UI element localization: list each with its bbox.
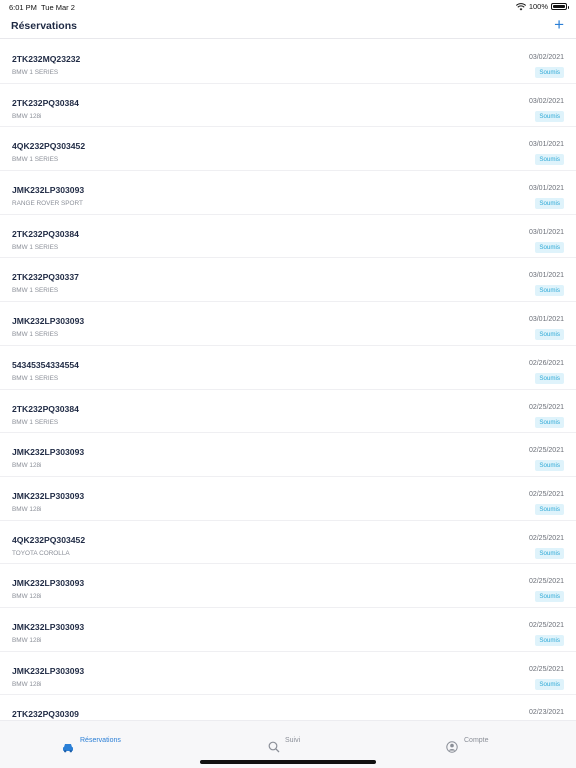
reservation-code: JMK232LP303093 — [12, 578, 85, 589]
reservation-code: 2TK232PQ30337 — [12, 272, 79, 283]
vehicle-model: TOYOTA COROLLA — [12, 549, 70, 557]
status-badge: Soumis — [535, 285, 564, 297]
reservation-row[interactable]: 4QK232PQ303452 BMW 1 SERIES 03/01/2021 Soum… — [0, 127, 576, 172]
reservation-row[interactable]: 2TK232PQ30337 BMW 1 SERIES 03/01/2021 Soumi… — [0, 258, 576, 303]
tab-reservations-label: Réservations — [80, 737, 121, 744]
status-badge: Soumis — [535, 678, 564, 690]
reservation-code: JMK232LP303093 — [12, 665, 85, 676]
navigation-bar: Réservations + — [0, 14, 576, 39]
vehicle-model: BMW 128i — [12, 593, 42, 601]
reservation-date: 03/01/2021 — [528, 141, 564, 149]
reservation-code: 2TK232PQ30384 — [12, 97, 79, 108]
status-badge: Soumis — [535, 503, 564, 515]
vehicle-model: BMW 1 SERIES — [12, 243, 59, 251]
reservation-row[interactable]: 2TK232MQ23232 BMW 1 SERIES 03/02/2021 Soumi… — [0, 40, 576, 84]
reservation-row[interactable]: JMK232LP303093 BMW 128i 02/25/2021 Soumis — [0, 652, 576, 696]
tab-compte[interactable]: Compte — [384, 721, 576, 768]
reservation-row[interactable]: 2TK232PQ30309 02/23/2021 — [0, 695, 576, 720]
status-right: 100% — [515, 2, 569, 11]
vehicle-model: BMW 1 SERIES — [12, 69, 59, 76]
reservation-row[interactable]: 2TK232PQ30384 BMW 1 SERIES 02/25/2021 Soumi… — [0, 390, 576, 434]
status-badge: Soumis — [535, 154, 564, 166]
reservation-code: 2TK232MQ23232 — [12, 54, 81, 64]
car-icon — [63, 744, 73, 753]
tab-suivi-label: Suivi — [285, 737, 301, 744]
vehicle-model: BMW 128i — [12, 462, 42, 470]
reservation-code: 4QK232PQ303452 — [12, 141, 86, 152]
status-time: 6:01 PM — [9, 3, 37, 12]
reservation-date: 02/23/2021 — [528, 709, 564, 717]
status-badge: Soumis — [535, 460, 564, 472]
status-badge: Soumis — [535, 67, 564, 78]
status-badge: Soumis — [535, 591, 564, 603]
reservation-row[interactable]: JMK232LP303093 BMW 128i 02/25/2021 Soumis — [0, 564, 576, 608]
add-reservation-button[interactable]: + — [554, 16, 564, 33]
reservation-row[interactable]: JMK232LP303093 BMW 128i 02/25/2021 Soumis — [0, 433, 576, 477]
reservation-date: 02/25/2021 — [528, 447, 564, 455]
reservation-list: 2TK232MQ23232 BMW 1 SERIES 03/02/2021 Soumi… — [0, 40, 576, 720]
reservation-date: 02/25/2021 — [528, 621, 564, 629]
search-icon — [268, 741, 280, 753]
tab-compte-label: Compte — [464, 737, 489, 744]
reservation-row[interactable]: JMK232LP303093 BMW 128i 02/25/2021 Soumis — [0, 608, 576, 652]
vehicle-model: BMW 128i — [12, 636, 42, 644]
reservation-row[interactable]: 54345354334554 BMW 1 SERIES 02/26/2021 Soum… — [0, 346, 576, 390]
reservation-date: 02/25/2021 — [528, 578, 564, 586]
status-bar: 6:01 PM Tue Mar 2 100% — [0, 0, 576, 14]
reservation-code: JMK232LP303093 — [12, 490, 85, 501]
status-badge: Soumis — [535, 372, 564, 384]
reservation-code: 2TK232PQ30309 — [12, 709, 79, 720]
account-icon — [446, 741, 458, 753]
page-title: Réservations — [11, 20, 77, 32]
reservation-date: 02/25/2021 — [528, 665, 564, 673]
reservation-date: 03/01/2021 — [528, 228, 564, 236]
vehicle-model: BMW 128i — [12, 505, 42, 513]
reservation-code: JMK232LP303093 — [12, 447, 85, 458]
vehicle-model: BMW 1 SERIES — [12, 331, 59, 339]
reservation-date: 03/01/2021 — [528, 185, 564, 193]
reservation-date: 03/02/2021 — [528, 54, 564, 61]
reservation-row[interactable]: JMK232LP303093 BMW 128i 02/25/2021 Soumis — [0, 477, 576, 521]
vehicle-model: BMW 1 SERIES — [12, 418, 59, 426]
reservation-date: 02/25/2021 — [528, 534, 564, 542]
reservation-row[interactable]: 2TK232PQ30384 BMW 128i 03/02/2021 Soumis — [0, 84, 576, 128]
status-badge: Soumis — [535, 547, 564, 559]
reservation-date: 03/02/2021 — [528, 97, 564, 105]
status-badge: Soumis — [535, 198, 564, 210]
reservation-code: JMK232LP303093 — [12, 621, 85, 632]
status-badge: Soumis — [535, 110, 564, 122]
reservation-code: 4QK232PQ303452 — [12, 534, 86, 545]
reservation-date: 03/01/2021 — [528, 316, 564, 324]
vehicle-model: BMW 1 SERIES — [12, 374, 59, 382]
vehicle-model: BMW 1 SERIES — [12, 287, 59, 295]
reservation-row[interactable]: JMK232LP303093 RANGE ROVER SPORT 03/01/202… — [0, 171, 576, 215]
reservation-code: 2TK232PQ30384 — [12, 403, 79, 414]
reservation-code: JMK232LP303093 — [12, 316, 85, 327]
reservation-row[interactable]: 4QK232PQ303452 TOYOTA COROLLA 02/25/2021 So… — [0, 521, 576, 565]
home-indicator — [200, 760, 376, 764]
vehicle-model: BMW 1 SERIES — [12, 156, 59, 164]
battery-percent: 100% — [528, 2, 548, 11]
vehicle-model: RANGE ROVER SPORT — [12, 200, 83, 208]
reservation-date: 02/26/2021 — [528, 359, 564, 367]
status-badge: Soumis — [535, 634, 564, 646]
battery-icon — [551, 3, 569, 10]
status-badge: Soumis — [535, 241, 564, 253]
reservation-date: 02/25/2021 — [528, 490, 564, 498]
status-badge: Soumis — [535, 329, 564, 341]
vehicle-model: BMW 128i — [12, 112, 42, 120]
reservation-code: 54345354334554 — [12, 359, 79, 370]
reservation-row[interactable]: 2TK232PQ30384 BMW 1 SERIES 03/01/2021 Soumi… — [0, 215, 576, 259]
reservation-date: 02/25/2021 — [528, 403, 564, 411]
reservation-date: 03/01/2021 — [528, 272, 564, 280]
reservation-row[interactable]: JMK232LP303093 BMW 1 SERIES 03/01/2021 Soum… — [0, 302, 576, 346]
tab-bar: Réservations Suivi Compte — [0, 720, 576, 768]
status-date: Tue Mar 2 — [41, 3, 75, 12]
wifi-icon — [515, 2, 526, 10]
status-badge: Soumis — [535, 416, 564, 428]
vehicle-model: BMW 128i — [12, 680, 42, 688]
reservation-code: JMK232LP303093 — [12, 185, 85, 196]
reservation-code: 2TK232PQ30384 — [12, 228, 79, 239]
tab-reservations[interactable]: Réservations — [0, 721, 192, 768]
